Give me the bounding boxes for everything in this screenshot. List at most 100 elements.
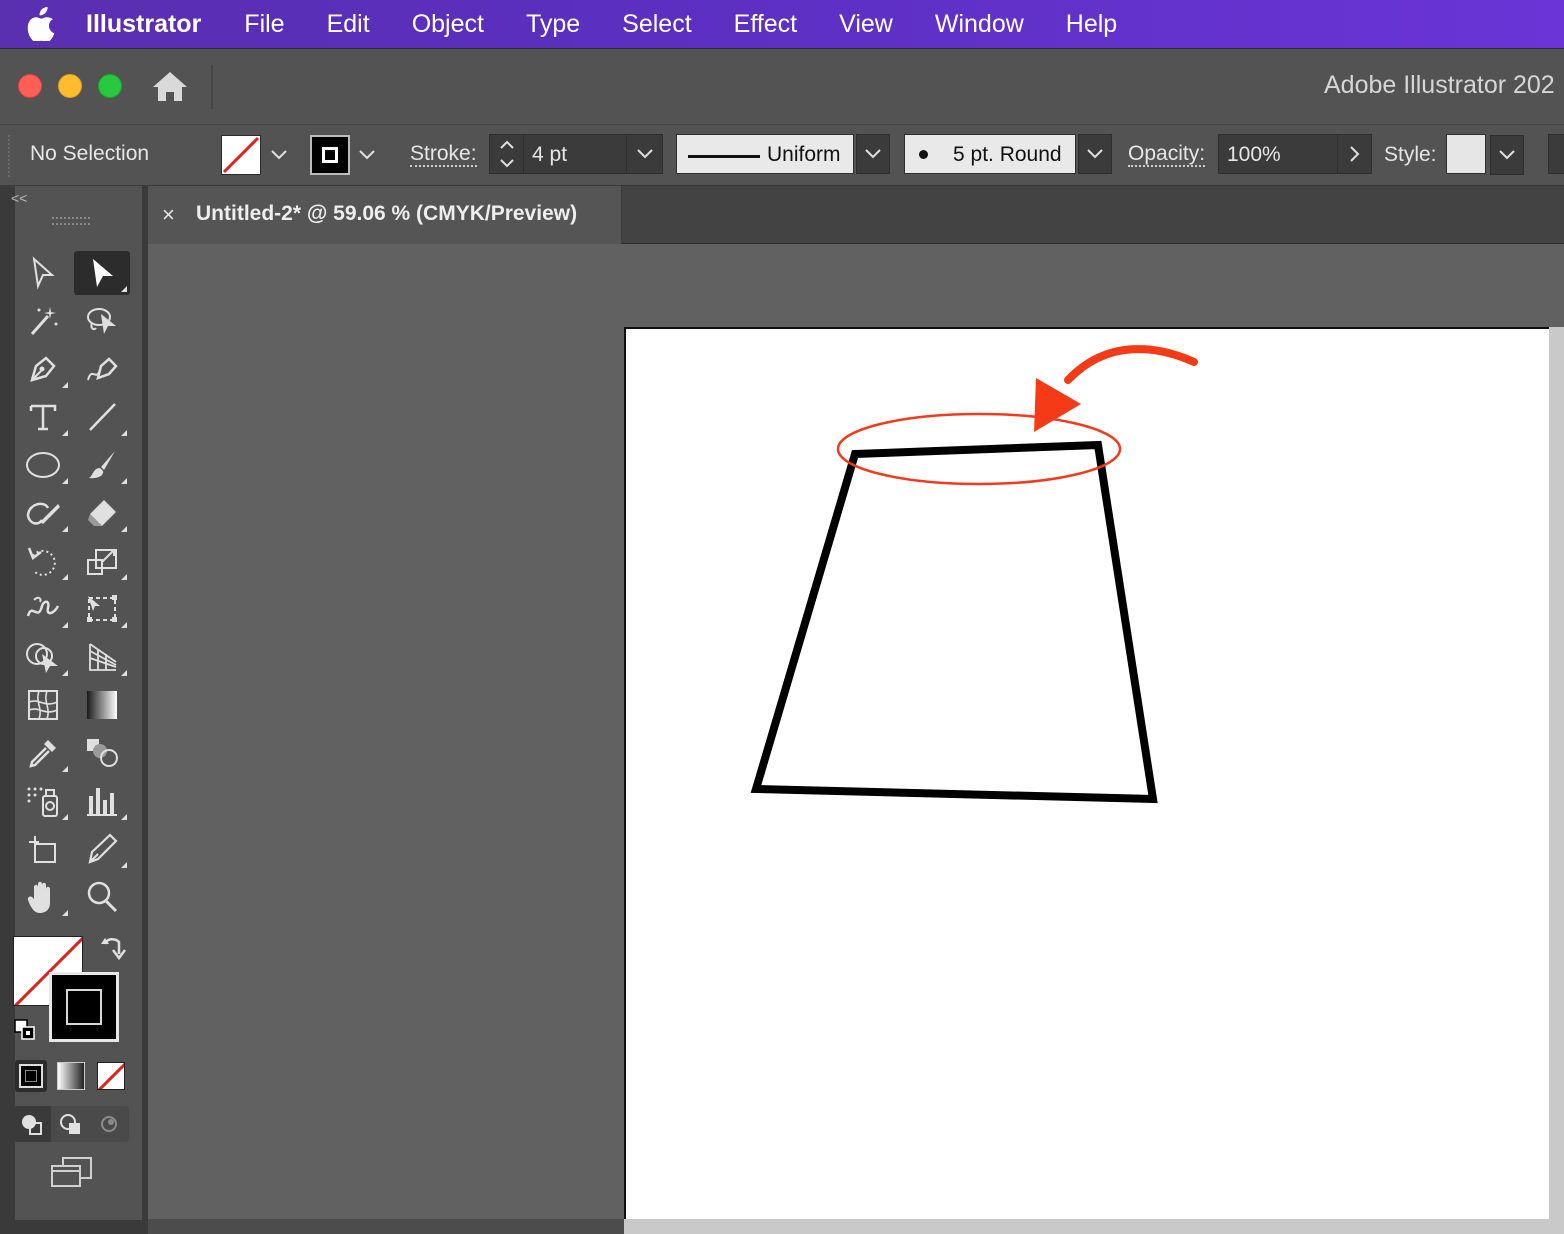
column-graph-tool-icon[interactable] [74, 779, 130, 823]
control-bar: No Selection Stroke: 4 pt Uniform 5 pt. … [0, 124, 1564, 186]
blend-tool-icon[interactable] [74, 731, 130, 775]
line-segment-tool-icon[interactable] [74, 395, 130, 439]
selection-status: No Selection [30, 142, 150, 165]
draw-mode-group [13, 1106, 129, 1142]
menu-file[interactable]: File [223, 10, 305, 39]
opacity-value: 100% [1227, 143, 1281, 166]
stroke-color-proxy[interactable] [49, 972, 119, 1042]
draw-normal-icon[interactable] [13, 1106, 51, 1142]
gradient-tool-icon[interactable] [74, 683, 130, 727]
ellipse-tool-icon[interactable] [15, 443, 71, 487]
zoom-window-button[interactable] [98, 74, 122, 98]
stroke-weight-field[interactable]: 4 pt [489, 134, 663, 174]
mesh-tool-icon[interactable] [15, 683, 71, 727]
control-bar-grip[interactable] [8, 135, 12, 177]
free-transform-tool-icon[interactable] [74, 587, 130, 631]
none-mode-button[interactable] [97, 1062, 125, 1090]
graphic-style-swatch[interactable] [1446, 134, 1486, 174]
rotate-tool-icon[interactable] [15, 539, 71, 583]
lasso-tool-icon[interactable] [74, 299, 130, 343]
symbol-sprayer-tool-icon[interactable] [15, 779, 71, 823]
opacity-label[interactable]: Opacity: [1128, 143, 1206, 167]
control-bar-overflow[interactable] [1548, 134, 1564, 174]
profile-label: Uniform [767, 143, 841, 166]
eraser-tool-icon[interactable] [74, 491, 130, 535]
opacity-arrow-icon[interactable] [1337, 135, 1371, 173]
menu-window[interactable]: Window [914, 10, 1045, 39]
default-fill-stroke-icon[interactable] [13, 1018, 37, 1042]
swap-fill-stroke-icon[interactable] [99, 934, 127, 962]
annotation-arrow-shaft [1064, 345, 1198, 384]
warp-tool-icon[interactable] [15, 587, 71, 631]
apple-menu-icon[interactable] [22, 0, 62, 48]
brush-label: 5 pt. Round [953, 143, 1062, 166]
stroke-weight-stepper[interactable] [490, 135, 524, 173]
profile-line-icon [688, 155, 760, 158]
screen-mode-icon[interactable] [49, 1156, 95, 1196]
minimize-window-button[interactable] [58, 74, 82, 98]
eyedropper-tool-icon[interactable] [15, 731, 71, 775]
color-mode-button[interactable] [15, 1060, 47, 1092]
variable-width-profile[interactable]: Uniform [676, 134, 890, 174]
window-titlebar: Adobe Illustrator 202 [0, 48, 1564, 124]
shaper-tool-icon[interactable] [15, 491, 71, 535]
menu-edit[interactable]: Edit [306, 10, 391, 39]
trapezoid-path[interactable] [750, 440, 1158, 804]
draw-inside-icon[interactable] [91, 1106, 127, 1142]
menu-view[interactable]: View [818, 10, 914, 39]
profile-chevron-icon[interactable] [856, 134, 890, 174]
type-tool-icon[interactable] [15, 395, 71, 439]
direct-selection-tool-icon[interactable] [74, 251, 130, 295]
brush-chevron-icon[interactable] [1078, 134, 1112, 174]
zoom-tool-icon[interactable] [74, 875, 130, 919]
menubar: Illustrator File Edit Object Type Select… [0, 0, 1564, 48]
menu-object[interactable]: Object [391, 10, 505, 39]
document-tab[interactable]: × Untitled-2* @ 59.06 % (CMYK/Preview) [148, 186, 622, 244]
curvature-tool-icon[interactable] [74, 347, 130, 391]
pen-tool-icon[interactable] [15, 347, 71, 391]
draw-behind-icon[interactable] [53, 1106, 89, 1142]
menu-effect[interactable]: Effect [713, 10, 818, 39]
horizontal-scrollbar[interactable] [624, 1219, 1564, 1234]
magic-wand-tool-icon[interactable] [15, 299, 71, 343]
stroke-weight-value: 4 pt [532, 143, 568, 166]
artboard-tool-icon[interactable] [15, 827, 71, 871]
fill-dropdown-chevron-icon[interactable] [264, 135, 294, 175]
stroke-weight-chevron-icon[interactable] [626, 135, 662, 173]
menu-type[interactable]: Type [505, 10, 601, 39]
hand-tool-icon[interactable] [15, 875, 71, 919]
stroke-dropdown-chevron-icon[interactable] [352, 135, 382, 175]
tools-panel: << [11, 186, 142, 1220]
window-title: Adobe Illustrator 202 [1324, 71, 1555, 99]
perspective-grid-tool-icon[interactable] [74, 635, 130, 679]
stroke-swatch[interactable] [310, 135, 350, 175]
style-chevron-icon[interactable] [1490, 135, 1524, 175]
selection-tool-icon[interactable] [15, 251, 71, 295]
scale-tool-icon[interactable] [74, 539, 130, 583]
titlebar-divider [211, 65, 213, 109]
brush-dot-icon [919, 150, 928, 159]
collapse-panel-icon[interactable]: << [11, 190, 27, 206]
app-name-menu[interactable]: Illustrator [86, 10, 201, 39]
opacity-field[interactable]: 100% [1218, 134, 1372, 174]
document-tab-title: Untitled-2* @ 59.06 % (CMYK/Preview) [196, 202, 578, 225]
document-tab-bar: × Untitled-2* @ 59.06 % (CMYK/Preview) [148, 186, 1564, 244]
close-window-button[interactable] [18, 74, 42, 98]
stroke-label[interactable]: Stroke: [410, 143, 477, 167]
home-icon[interactable] [150, 67, 190, 107]
style-label: Style: [1384, 143, 1437, 166]
menu-select[interactable]: Select [601, 10, 712, 39]
slice-tool-icon[interactable] [74, 827, 130, 871]
pasteboard-bottom-strip [148, 1219, 624, 1234]
paintbrush-tool-icon[interactable] [74, 443, 130, 487]
menu-help[interactable]: Help [1045, 10, 1138, 39]
fill-swatch[interactable] [221, 135, 261, 175]
brush-definition[interactable]: 5 pt. Round [904, 134, 1112, 174]
gradient-mode-button[interactable] [57, 1062, 85, 1090]
artwork-canvas [750, 345, 1198, 804]
vertical-scrollbar[interactable] [1549, 327, 1564, 1234]
artboard[interactable] [624, 327, 1549, 1219]
tools-panel-grip[interactable] [52, 217, 90, 225]
shape-builder-tool-icon[interactable] [15, 635, 71, 679]
close-tab-icon[interactable]: × [162, 202, 175, 228]
